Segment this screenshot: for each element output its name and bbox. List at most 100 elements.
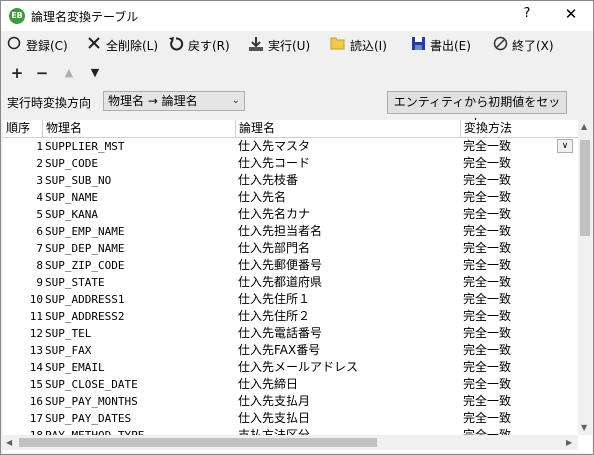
cell-logical-name[interactable]: 仕入先部門名 bbox=[238, 240, 458, 257]
cell-method[interactable]: 完全一致 bbox=[463, 223, 577, 240]
cell-physical-name[interactable]: SUP_TEL bbox=[45, 325, 235, 342]
register-button[interactable]: 登録(C) bbox=[5, 35, 68, 55]
cell-order[interactable]: 6 bbox=[3, 223, 43, 240]
cell-physical-name[interactable]: SUP_DEP_NAME bbox=[45, 240, 235, 257]
add-row-button[interactable]: + bbox=[7, 63, 27, 83]
cell-physical-name[interactable]: SUP_FAX bbox=[45, 342, 235, 359]
cell-physical-name[interactable]: SUP_CLOSE_DATE bbox=[45, 376, 235, 393]
table-row[interactable]: 3 SUP_SUB_NO 仕入先枝番 完全一致 bbox=[3, 172, 578, 189]
scroll-up-icon[interactable]: ▲ bbox=[581, 122, 587, 131]
cell-order[interactable]: 7 bbox=[3, 240, 43, 257]
table-row[interactable]: 13 SUP_FAX 仕入先FAX番号 完全一致 bbox=[3, 342, 578, 359]
cell-logical-name[interactable]: 仕入先締日 bbox=[238, 376, 458, 393]
cell-logical-name[interactable]: 仕入先枝番 bbox=[238, 172, 458, 189]
vertical-scrollbar[interactable]: ▲ ▼ bbox=[578, 120, 592, 435]
cell-order[interactable]: 5 bbox=[3, 206, 43, 223]
cell-order[interactable]: 10 bbox=[3, 291, 43, 308]
move-up-button[interactable]: ▲ bbox=[59, 63, 79, 83]
cell-logical-name[interactable]: 仕入先電話番号 bbox=[238, 325, 458, 342]
cell-physical-name[interactable]: SUP_CODE bbox=[45, 155, 235, 172]
cell-physical-name[interactable]: SUP_STATE bbox=[45, 274, 235, 291]
cell-method[interactable]: 完全一致 bbox=[463, 393, 577, 410]
cell-order[interactable]: 12 bbox=[3, 325, 43, 342]
vertical-scroll-thumb[interactable] bbox=[580, 140, 590, 236]
table-row[interactable]: 12 SUP_TEL 仕入先電話番号 完全一致 bbox=[3, 325, 578, 342]
table-row[interactable]: 5 SUP_KANA 仕入先名カナ 完全一致 bbox=[3, 206, 578, 223]
table-row[interactable]: 8 SUP_ZIP_CODE 仕入先郵便番号 完全一致 bbox=[3, 257, 578, 274]
table-row[interactable]: 11 SUP_ADDRESS2 仕入先住所２ 完全一致 bbox=[3, 308, 578, 325]
horizontal-scrollbar[interactable]: ◀ ▶ bbox=[3, 435, 578, 450]
cell-method[interactable]: 完全一致 bbox=[463, 172, 577, 189]
cell-physical-name[interactable]: SUP_SUB_NO bbox=[45, 172, 235, 189]
cell-method[interactable]: 完全一致 bbox=[463, 274, 577, 291]
cell-order[interactable]: 16 bbox=[3, 393, 43, 410]
scroll-right-icon[interactable]: ▶ bbox=[566, 438, 572, 447]
delete-all-button[interactable]: 全削除(L) bbox=[85, 35, 158, 55]
cell-physical-name[interactable]: SUP_PAY_MONTHS bbox=[45, 393, 235, 410]
cell-method[interactable]: 完全一致 bbox=[463, 376, 577, 393]
cell-order[interactable]: 15 bbox=[3, 376, 43, 393]
cell-method[interactable]: 完全一致 bbox=[463, 257, 577, 274]
scroll-left-icon[interactable]: ◀ bbox=[6, 438, 12, 447]
cell-logical-name[interactable]: 仕入先マスタ bbox=[238, 138, 458, 155]
table-row[interactable]: 9 SUP_STATE 仕入先都道府県 完全一致 bbox=[3, 274, 578, 291]
cell-logical-name[interactable]: 仕入先名 bbox=[238, 189, 458, 206]
cell-logical-name[interactable]: 仕入先郵便番号 bbox=[238, 257, 458, 274]
cell-method[interactable]: 完全一致 bbox=[463, 325, 577, 342]
execute-button[interactable]: 実行(U) bbox=[247, 35, 310, 55]
cell-method[interactable]: 完全一致 bbox=[463, 342, 577, 359]
cell-order[interactable]: 8 bbox=[3, 257, 43, 274]
cell-method[interactable]: 完全一致 bbox=[463, 206, 577, 223]
table-row[interactable]: 14 SUP_EMAIL 仕入先メールアドレス 完全一致 bbox=[3, 359, 578, 376]
export-button[interactable]: 書出(E) bbox=[409, 35, 471, 55]
cell-logical-name[interactable]: 仕入先担当者名 bbox=[238, 223, 458, 240]
cell-physical-name[interactable]: SUP_EMAIL bbox=[45, 359, 235, 376]
cell-logical-name[interactable]: 仕入先FAX番号 bbox=[238, 342, 458, 359]
cell-logical-name[interactable]: 仕入先コード bbox=[238, 155, 458, 172]
load-button[interactable]: 読込(I) bbox=[329, 35, 387, 55]
table-row[interactable]: 15 SUP_CLOSE_DATE 仕入先締日 完全一致 bbox=[3, 376, 578, 393]
cell-order[interactable]: 4 bbox=[3, 189, 43, 206]
cell-method[interactable]: 完全一致 bbox=[463, 410, 577, 427]
cell-method[interactable]: 完全一致 bbox=[463, 240, 577, 257]
table-row[interactable]: 7 SUP_DEP_NAME 仕入先部門名 完全一致 bbox=[3, 240, 578, 257]
cell-physical-name[interactable]: SUP_ZIP_CODE bbox=[45, 257, 235, 274]
cell-order[interactable]: 14 bbox=[3, 359, 43, 376]
cell-physical-name[interactable]: SUP_EMP_NAME bbox=[45, 223, 235, 240]
cell-method[interactable]: 完全一致 bbox=[463, 291, 577, 308]
table-row[interactable]: 4 SUP_NAME 仕入先名 完全一致 bbox=[3, 189, 578, 206]
header-logical-name[interactable]: 論理名 bbox=[236, 120, 461, 137]
table-row[interactable]: 17 SUP_PAY_DATES 仕入先支払日 完全一致 bbox=[3, 410, 578, 427]
cell-logical-name[interactable]: 仕入先住所２ bbox=[238, 308, 458, 325]
cell-method[interactable]: 完全一致 bbox=[463, 155, 577, 172]
cell-physical-name[interactable]: SUP_KANA bbox=[45, 206, 235, 223]
cell-order[interactable]: 1 bbox=[3, 138, 43, 155]
direction-select[interactable]: 物理名 → 論理名 ⌄ bbox=[103, 91, 245, 111]
cell-method[interactable]: 完全一致 bbox=[463, 359, 577, 376]
method-dropdown-icon[interactable]: ∨ bbox=[557, 139, 573, 153]
cell-method[interactable]: 完全一致 bbox=[463, 189, 577, 206]
table-row[interactable]: 16 SUP_PAY_MONTHS 仕入先支払月 完全一致 bbox=[3, 393, 578, 410]
cell-logical-name[interactable]: 仕入先名カナ bbox=[238, 206, 458, 223]
table-row[interactable]: 6 SUP_EMP_NAME 仕入先担当者名 完全一致 bbox=[3, 223, 578, 240]
cell-logical-name[interactable]: 仕入先メールアドレス bbox=[238, 359, 458, 376]
cell-order[interactable]: 17 bbox=[3, 410, 43, 427]
header-order[interactable]: 順序 bbox=[3, 120, 43, 137]
cell-physical-name[interactable]: SUPPLIER_MST bbox=[45, 138, 235, 155]
cell-physical-name[interactable]: SUP_PAY_DATES bbox=[45, 410, 235, 427]
table-row[interactable]: 10 SUP_ADDRESS1 仕入先住所１ 完全一致 bbox=[3, 291, 578, 308]
init-from-entity-button[interactable]: エンティティから初期値をセット bbox=[387, 91, 567, 130]
cell-method[interactable]: 完全一致 bbox=[463, 308, 577, 325]
cell-order[interactable]: 11 bbox=[3, 308, 43, 325]
cell-order[interactable]: 3 bbox=[3, 172, 43, 189]
table-row[interactable]: 2 SUP_CODE 仕入先コード 完全一致 bbox=[3, 155, 578, 172]
exit-button[interactable]: 終了(X) bbox=[491, 35, 554, 55]
scroll-down-icon[interactable]: ▼ bbox=[581, 423, 587, 432]
header-method[interactable]: 変換方法 bbox=[461, 120, 578, 137]
cell-logical-name[interactable]: 仕入先住所１ bbox=[238, 291, 458, 308]
cell-order[interactable]: 13 bbox=[3, 342, 43, 359]
cell-order[interactable]: 9 bbox=[3, 274, 43, 291]
cell-logical-name[interactable]: 仕入先支払日 bbox=[238, 410, 458, 427]
cell-logical-name[interactable]: 仕入先支払月 bbox=[238, 393, 458, 410]
header-physical-name[interactable]: 物理名 bbox=[43, 120, 236, 137]
